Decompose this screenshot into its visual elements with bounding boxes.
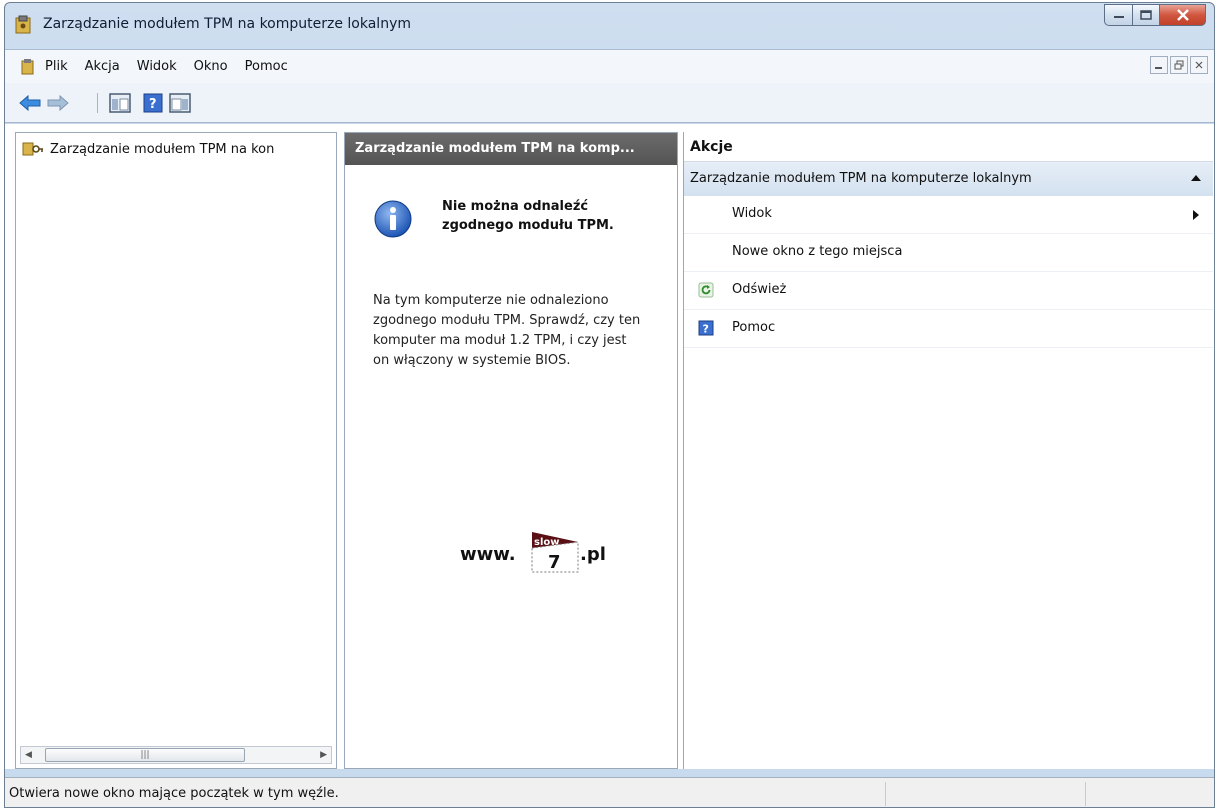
action-widok[interactable]: Widok	[684, 196, 1213, 234]
window-title: Zarządzanie modułem TPM na komputerze lo…	[43, 16, 411, 32]
refresh-icon	[698, 282, 714, 298]
minimize-icon	[1113, 16, 1124, 18]
actions-pane: Akcje Zarządzanie modułem TPM na kompute…	[683, 132, 1213, 769]
action-label: Nowe okno z tego miejsca	[732, 244, 903, 259]
console-tree-toggle-button[interactable]	[109, 92, 131, 114]
watermark-number: 7	[548, 552, 561, 573]
mdi-restore-button[interactable]	[1170, 56, 1188, 74]
maximize-button[interactable]	[1132, 4, 1160, 26]
mdi-minimize-button[interactable]	[1150, 56, 1168, 74]
status-bar: Otwiera nowe okno mające początek w tym …	[5, 777, 1214, 807]
show-hide-action-pane-icon	[169, 93, 191, 113]
action-help[interactable]: ? Pomoc	[684, 310, 1213, 348]
forward-button[interactable]	[47, 92, 69, 114]
action-new-window[interactable]: Nowe okno z tego miejsca	[684, 234, 1213, 272]
svg-text:?: ?	[703, 323, 709, 336]
back-button[interactable]	[19, 92, 41, 114]
actions-group-label: Zarządzanie modułem TPM na komputerze lo…	[690, 171, 1032, 186]
help-icon: ?	[143, 93, 163, 113]
tree-item-label: Zarządzanie modułem TPM na kon	[50, 141, 275, 157]
actions-group-header[interactable]: Zarządzanie modułem TPM na komputerze lo…	[684, 162, 1213, 196]
close-button[interactable]	[1160, 4, 1206, 26]
results-pane-header: Zarządzanie modułem TPM na komp...	[345, 133, 677, 165]
window-controls	[1104, 4, 1206, 26]
collapse-triangle-icon[interactable]	[1191, 175, 1201, 181]
restore-icon	[1174, 60, 1184, 70]
scroll-left-arrow-icon[interactable]: ◀	[25, 750, 32, 760]
status-divider	[1085, 782, 1086, 806]
menu-pomoc[interactable]: Pomoc	[245, 59, 288, 74]
info-icon	[374, 200, 412, 238]
help-button[interactable]: ?	[142, 92, 164, 114]
console-tree-pane: Zarządzanie modułem TPM na kon ◀ ||| ▶	[15, 132, 337, 769]
menu-widok[interactable]: Widok	[137, 59, 177, 74]
action-label: Odśwież	[732, 282, 787, 297]
results-pane: Zarządzanie modułem TPM na komp... Nie m…	[344, 132, 678, 769]
snapin-menu-icon[interactable]	[19, 58, 37, 76]
scroll-right-arrow-icon[interactable]: ▶	[320, 750, 327, 760]
watermark-prefix: www.	[460, 544, 516, 565]
help-icon: ?	[698, 320, 714, 336]
forward-arrow-icon	[47, 95, 69, 111]
site-watermark-logo: www. slow 7 .pl	[460, 532, 606, 573]
message-title: Nie można odnaleźć zgodnego modułu TPM.	[442, 199, 614, 233]
tpm-key-icon	[22, 142, 43, 156]
message-body: Na tym komputerze nie odnaleziono zgodne…	[373, 293, 641, 368]
status-divider	[885, 782, 886, 806]
minimize-button[interactable]	[1104, 4, 1132, 26]
action-refresh[interactable]: Odśwież	[684, 272, 1213, 310]
menu-plik[interactable]: Plik	[45, 59, 68, 74]
action-label: Pomoc	[732, 320, 776, 335]
content-area: Zarządzanie modułem TPM na kon ◀ ||| ▶ Z…	[5, 124, 1214, 769]
close-icon	[1195, 61, 1203, 69]
tree-item-tpm-root[interactable]: Zarządzanie modułem TPM na kon	[22, 141, 332, 157]
close-icon	[1176, 9, 1189, 21]
menu-okno[interactable]: Okno	[194, 59, 228, 74]
title-bar[interactable]: Zarządzanie modułem TPM na komputerze lo…	[5, 3, 1214, 47]
back-arrow-icon	[19, 95, 41, 111]
maximize-icon	[1140, 10, 1152, 20]
status-text: Otwiera nowe okno mające początek w tym …	[9, 786, 339, 801]
action-pane-toggle-button[interactable]	[169, 92, 191, 114]
action-label: Widok	[732, 206, 772, 221]
tree-horizontal-scrollbar[interactable]: ◀ ||| ▶	[20, 746, 332, 764]
minimize-icon	[1155, 67, 1162, 69]
actions-header: Akcje	[684, 132, 1213, 162]
mdi-controls	[1148, 56, 1208, 74]
scrollbar-thumb[interactable]: |||	[45, 748, 245, 762]
mmc-window: Zarządzanie modułem TPM na komputerze lo…	[4, 2, 1215, 808]
show-hide-console-tree-icon	[109, 93, 131, 113]
toolbar-separator	[97, 93, 98, 113]
menu-akcja[interactable]: Akcja	[85, 59, 120, 74]
submenu-arrow-icon	[1193, 210, 1199, 220]
mdi-close-button[interactable]	[1190, 56, 1208, 74]
toolbar: ?	[5, 83, 1214, 123]
watermark-suffix: .pl	[580, 544, 606, 565]
tpm-app-icon	[15, 15, 31, 34]
svg-text:?: ?	[149, 97, 157, 112]
